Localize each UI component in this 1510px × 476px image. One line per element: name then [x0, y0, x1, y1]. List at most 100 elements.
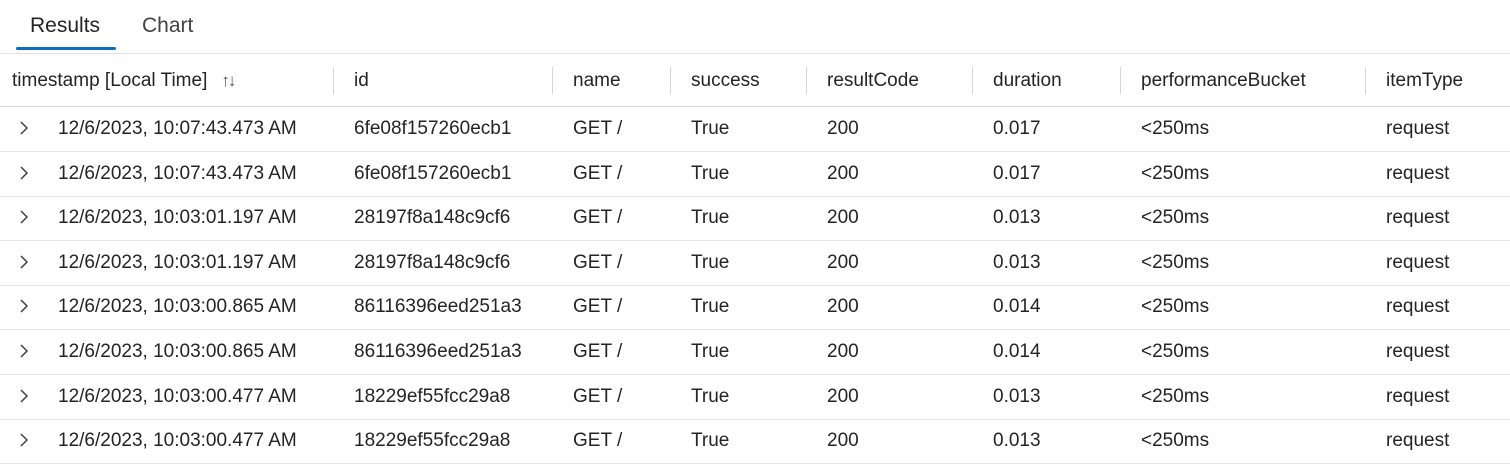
- column-resize-handle[interactable]: [552, 67, 553, 94]
- column-header-resultCode[interactable]: resultCode: [827, 54, 919, 107]
- cell-timestamp: 12/6/2023, 10:03:00.865 AM: [58, 296, 297, 318]
- cell-name: GET /: [573, 251, 623, 273]
- cell-itemType: request: [1386, 430, 1450, 452]
- cell-id: 86116396eed251a3: [354, 341, 522, 362]
- tab-chart[interactable]: Chart: [142, 12, 193, 40]
- cell-name: GET /: [573, 296, 623, 318]
- column-resize-handle[interactable]: [972, 67, 973, 94]
- chevron-right-icon[interactable]: [14, 196, 36, 240]
- cell-id: 28197f8a148c9cf6: [354, 207, 511, 229]
- cell-success: True: [691, 385, 730, 407]
- table-row[interactable]: 12/6/2023, 10:07:43.473 AM 6fe08f157260ec…: [0, 107, 1510, 152]
- cell-duration: 0.013: [993, 207, 1041, 229]
- column-header-success[interactable]: success: [691, 54, 760, 107]
- cell-name: GET /: [573, 162, 623, 184]
- cell-timestamp: 12/6/2023, 10:03:01.197 AM: [58, 207, 297, 229]
- column-header-performanceBucket[interactable]: performanceBucket: [1141, 54, 1306, 107]
- chevron-right-icon[interactable]: [14, 419, 36, 463]
- column-header-id[interactable]: id: [354, 54, 369, 107]
- cell-success: True: [691, 430, 730, 452]
- cell-duration: 0.013: [993, 251, 1041, 273]
- cell-name: GET /: [573, 207, 623, 229]
- cell-resultCode: 200: [827, 162, 859, 184]
- column-header-name[interactable]: name: [573, 54, 621, 107]
- cell-name: GET /: [573, 385, 623, 407]
- cell-timestamp: 12/6/2023, 10:03:00.477 AM: [58, 385, 297, 407]
- table-row[interactable]: 12/6/2023, 10:03:00.477 AM 18229ef55fcc29…: [0, 419, 1510, 465]
- cell-success: True: [691, 251, 730, 273]
- cell-itemType: request: [1386, 385, 1450, 407]
- cell-itemType: request: [1386, 207, 1450, 229]
- cell-performanceBucket: <250ms: [1141, 385, 1210, 407]
- table-row[interactable]: 12/6/2023, 10:03:01.197 AM 28197f8a148c9c…: [0, 241, 1510, 286]
- cell-performanceBucket: <250ms: [1141, 118, 1210, 139]
- cell-name: GET /: [573, 341, 623, 362]
- table-row[interactable]: 12/6/2023, 10:03:01.197 AM 28197f8a148c9c…: [0, 196, 1510, 242]
- cell-resultCode: 200: [827, 118, 859, 139]
- cell-name: GET /: [573, 430, 623, 452]
- column-resize-handle[interactable]: [670, 67, 671, 94]
- cell-id: 28197f8a148c9cf6: [354, 251, 511, 273]
- column-header-label: itemType: [1386, 70, 1464, 91]
- cell-id: 18229ef55fcc29a8: [354, 430, 511, 452]
- cell-resultCode: 200: [827, 341, 859, 362]
- chevron-right-icon[interactable]: [14, 241, 36, 285]
- cell-itemType: request: [1386, 296, 1450, 318]
- column-header-label: resultCode: [827, 70, 919, 91]
- column-header-duration[interactable]: duration: [993, 54, 1062, 107]
- cell-success: True: [691, 296, 730, 318]
- cell-success: True: [691, 207, 730, 229]
- cell-id: 6fe08f157260ecb1: [354, 162, 512, 184]
- column-header-label: name: [573, 70, 621, 91]
- column-resize-handle[interactable]: [1120, 67, 1121, 94]
- column-resize-handle[interactable]: [1365, 67, 1366, 94]
- cell-timestamp: 12/6/2023, 10:03:00.865 AM: [58, 341, 297, 362]
- column-header-itemType[interactable]: itemType: [1386, 54, 1463, 107]
- cell-success: True: [691, 341, 730, 362]
- cell-performanceBucket: <250ms: [1141, 296, 1210, 318]
- cell-resultCode: 200: [827, 296, 859, 318]
- active-tab-indicator: [16, 47, 116, 50]
- cell-resultCode: 200: [827, 430, 859, 452]
- chevron-right-icon[interactable]: [14, 107, 36, 151]
- cell-id: 18229ef55fcc29a8: [354, 385, 511, 407]
- cell-performanceBucket: <250ms: [1141, 207, 1210, 229]
- sort-up-down-icon[interactable]: ↑↓: [221, 54, 236, 107]
- column-header-label: success: [691, 70, 760, 91]
- results-tab-bar: Results Chart: [0, 0, 1510, 54]
- chevron-right-icon[interactable]: [14, 285, 36, 329]
- cell-itemType: request: [1386, 251, 1450, 273]
- tab-results[interactable]: Results: [30, 12, 100, 40]
- cell-performanceBucket: <250ms: [1141, 251, 1210, 273]
- cell-duration: 0.014: [993, 341, 1041, 362]
- chevron-right-icon[interactable]: [14, 375, 36, 419]
- cell-duration: 0.017: [993, 162, 1041, 184]
- cell-success: True: [691, 118, 730, 139]
- chevron-right-icon[interactable]: [14, 330, 36, 374]
- table-row[interactable]: 12/6/2023, 10:03:00.477 AM 18229ef55fcc29…: [0, 375, 1510, 420]
- cell-itemType: request: [1386, 118, 1450, 139]
- cell-timestamp: 12/6/2023, 10:07:43.473 AM: [58, 162, 297, 184]
- table-row[interactable]: 12/6/2023, 10:07:43.473 AM 6fe08f157260ec…: [0, 152, 1510, 197]
- column-header-label: duration: [993, 70, 1062, 91]
- column-header-timestamp[interactable]: timestamp [Local Time] ↑↓: [12, 54, 236, 107]
- cell-resultCode: 200: [827, 385, 859, 407]
- cell-timestamp: 12/6/2023, 10:03:01.197 AM: [58, 251, 297, 273]
- cell-duration: 0.013: [993, 430, 1041, 452]
- cell-performanceBucket: <250ms: [1141, 430, 1210, 452]
- cell-timestamp: 12/6/2023, 10:03:00.477 AM: [58, 430, 297, 452]
- cell-id: 86116396eed251a3: [354, 296, 522, 318]
- column-header-label: performanceBucket: [1141, 70, 1306, 91]
- column-resize-handle[interactable]: [333, 67, 334, 94]
- cell-duration: 0.013: [993, 385, 1041, 407]
- table-row[interactable]: 12/6/2023, 10:03:00.865 AM 86116396eed251…: [0, 330, 1510, 375]
- table-row[interactable]: 12/6/2023, 10:03:00.865 AM 86116396eed251…: [0, 285, 1510, 331]
- cell-resultCode: 200: [827, 207, 859, 229]
- column-resize-handle[interactable]: [806, 67, 807, 94]
- cell-duration: 0.017: [993, 118, 1041, 139]
- cell-performanceBucket: <250ms: [1141, 341, 1210, 362]
- chevron-right-icon[interactable]: [14, 152, 36, 196]
- column-header-label: id: [354, 70, 369, 91]
- cell-itemType: request: [1386, 162, 1450, 184]
- cell-resultCode: 200: [827, 251, 859, 273]
